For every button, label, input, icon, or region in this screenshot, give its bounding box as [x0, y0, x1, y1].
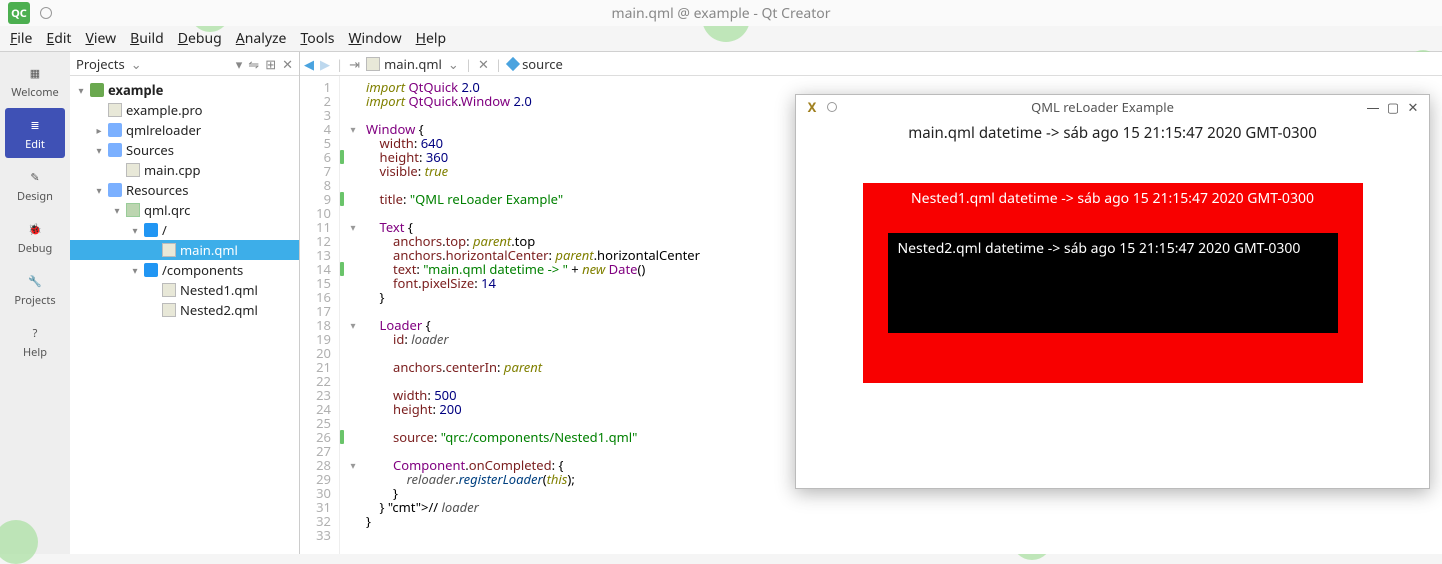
symbol-crumb[interactable]: source	[508, 55, 563, 73]
mode-projects[interactable]: 🔧Projects	[5, 264, 65, 314]
cpp-icon	[126, 163, 140, 177]
qml-file-icon	[366, 57, 380, 71]
nested2-text: Nested2.qml datetime -> sáb ago 15 21:15…	[898, 239, 1301, 258]
hdr-icon	[108, 123, 122, 137]
mode-welcome[interactable]: ▦Welcome	[5, 56, 65, 106]
fold-column[interactable]: ▾▾▾▾	[346, 76, 360, 554]
menu-view[interactable]: View	[85, 29, 116, 48]
tree-item[interactable]: ▸qmlreloader	[70, 120, 299, 140]
code-content[interactable]: import QtQuick 2.0import QtQuick.Window …	[360, 76, 700, 554]
decorative-circle	[0, 520, 38, 564]
window-title: main.qml @ example - Qt Creator	[611, 4, 830, 23]
tree-item[interactable]: ▾/components	[70, 260, 299, 280]
dropdown-icon[interactable]: ⌄	[131, 55, 142, 73]
maximize-icon[interactable]: ▢	[1385, 99, 1401, 115]
minimize-icon[interactable]: ―	[1365, 99, 1381, 115]
tree-item[interactable]: main.qml	[70, 240, 299, 260]
qml-icon	[162, 283, 176, 297]
qrc-icon	[126, 203, 140, 217]
project-sidebar: Projects ⌄ ▾ ⇋ ⊞ ✕ ▾exampleexample.pro▸q…	[70, 52, 300, 554]
diamond-icon	[506, 56, 520, 70]
file-crumb[interactable]: main.qml	[366, 55, 442, 73]
tree-item[interactable]: ▾/	[70, 220, 299, 240]
project-tree[interactable]: ▾exampleexample.pro▸qmlreloader▾Sourcesm…	[70, 76, 299, 554]
preview-title: QML reLoader Example	[842, 98, 1363, 116]
qml-icon	[162, 303, 176, 317]
sidebar-title[interactable]: Projects	[76, 55, 125, 73]
help-icon: ?	[24, 323, 46, 345]
qml-preview-window[interactable]: X QML reLoader Example ― ▢ ✕ main.qml da…	[795, 94, 1430, 489]
preview-body: main.qml datetime -> sáb ago 15 21:15:47…	[796, 119, 1429, 488]
window-titlebar: QC main.qml @ example - Qt Creator	[0, 0, 1442, 26]
close-icon[interactable]: ✕	[1405, 99, 1421, 115]
hdr-icon	[108, 183, 122, 197]
menu-help[interactable]: Help	[416, 29, 447, 48]
tree-item[interactable]: ▾Resources	[70, 180, 299, 200]
menu-file[interactable]: File	[10, 29, 32, 48]
welcome-icon: ▦	[24, 63, 46, 85]
sidebar-header: Projects ⌄ ▾ ⇋ ⊞ ✕	[70, 52, 299, 76]
close-pane-icon[interactable]: ✕	[282, 55, 293, 73]
mode-edit[interactable]: ≣Edit	[5, 108, 65, 158]
debug-icon: 🐞	[24, 219, 46, 241]
preview-app-icon: X	[804, 99, 820, 115]
tree-item[interactable]: ▾qml.qrc	[70, 200, 299, 220]
preview-window-control[interactable]	[824, 99, 840, 115]
menu-analyze[interactable]: Analyze	[236, 29, 287, 48]
tree-item[interactable]: Nested2.qml	[70, 300, 299, 320]
file-dropdown-icon[interactable]: ⌄	[448, 55, 459, 73]
symbol-name: source	[522, 55, 563, 73]
menu-window[interactable]: Window	[349, 29, 402, 48]
edit-icon: ≣	[24, 115, 46, 137]
projects-icon: 🔧	[24, 271, 46, 293]
menu-edit[interactable]: Edit	[46, 29, 71, 48]
nav-forward-icon[interactable]: ▶	[320, 55, 330, 73]
add-pane-icon[interactable]: ⊞	[265, 55, 276, 73]
hdr-icon	[108, 143, 122, 157]
mode-debug[interactable]: 🐞Debug	[5, 212, 65, 262]
preview-main-text: main.qml datetime -> sáb ago 15 21:15:47…	[908, 123, 1317, 143]
folder-icon	[144, 223, 158, 237]
mode-sidebar: ▦Welcome≣Edit✎Design🐞Debug🔧Projects?Help	[0, 52, 70, 554]
close-file-icon[interactable]: ✕	[478, 55, 489, 73]
cpp-icon	[108, 103, 122, 117]
tree-item[interactable]: main.cpp	[70, 160, 299, 180]
editor-filename: main.qml	[384, 55, 442, 73]
nav-back-icon[interactable]: ◀	[304, 55, 314, 73]
proj-icon	[90, 83, 104, 97]
menu-tools[interactable]: Tools	[300, 29, 334, 48]
filter-icon[interactable]: ▾	[236, 55, 243, 73]
folder-icon	[144, 263, 158, 277]
menu-debug[interactable]: Debug	[178, 29, 222, 48]
app-icon: QC	[8, 2, 30, 24]
menu-build[interactable]: Build	[130, 29, 164, 48]
window-control[interactable]	[40, 7, 52, 19]
editor-toolbar: ◀ ▶ | ⇥ main.qml ⌄ | ✕ | source	[300, 52, 1442, 76]
locate-icon[interactable]: ⇥	[349, 55, 360, 73]
nested2-rect: Nested2.qml datetime -> sáb ago 15 21:15…	[888, 233, 1338, 333]
qml-icon	[162, 243, 176, 257]
preview-titlebar[interactable]: X QML reLoader Example ― ▢ ✕	[796, 95, 1429, 119]
link-icon[interactable]: ⇋	[248, 55, 259, 73]
tree-item[interactable]: Nested1.qml	[70, 280, 299, 300]
mode-help[interactable]: ?Help	[5, 316, 65, 366]
mode-design[interactable]: ✎Design	[5, 160, 65, 210]
tree-item[interactable]: ▾Sources	[70, 140, 299, 160]
nested1-text: Nested1.qml datetime -> sáb ago 15 21:15…	[911, 189, 1314, 208]
tree-item[interactable]: ▾example	[70, 80, 299, 100]
tree-item[interactable]: example.pro	[70, 100, 299, 120]
line-gutter: 1234567891011121314151617181920212223242…	[300, 76, 340, 554]
nested1-rect: Nested1.qml datetime -> sáb ago 15 21:15…	[863, 183, 1363, 383]
design-icon: ✎	[24, 167, 46, 189]
